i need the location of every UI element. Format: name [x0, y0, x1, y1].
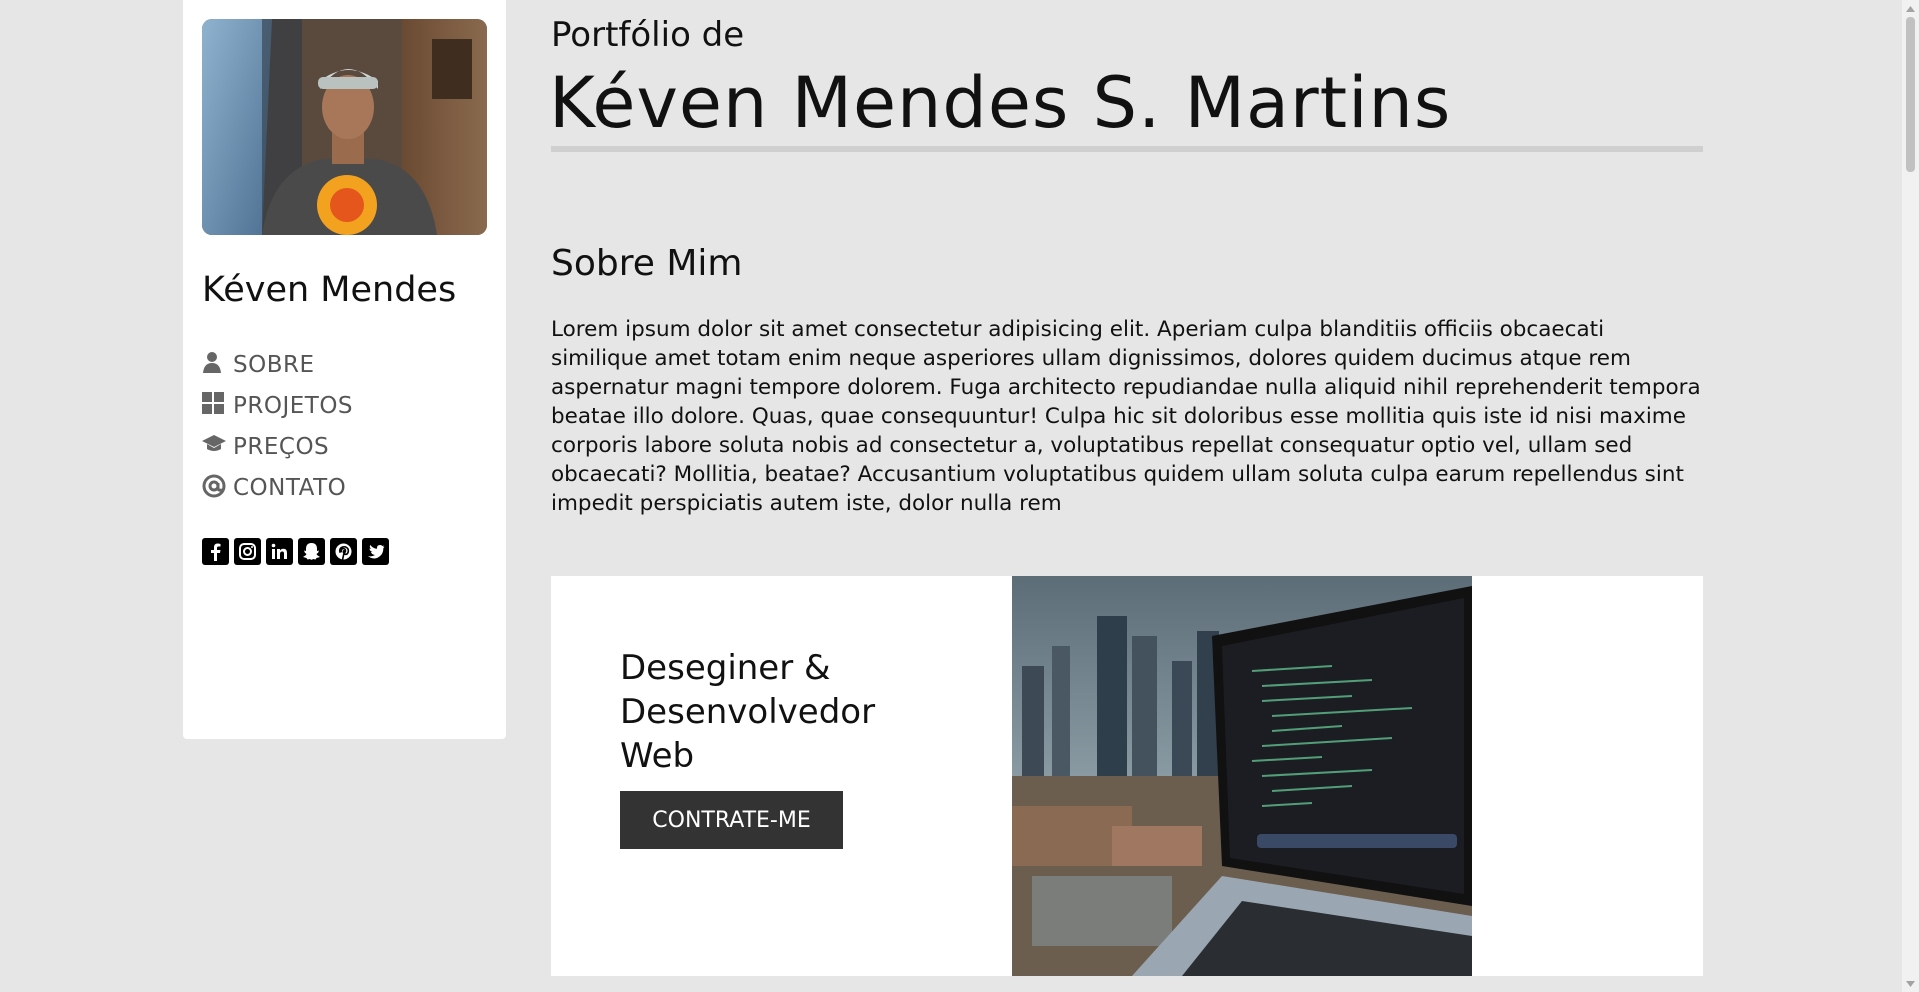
graduation-cap-icon	[202, 433, 227, 461]
sidebar: Kéven Mendes SOBRE PROJETOS PREÇOS CONTA…	[183, 0, 506, 739]
scroll-down-icon[interactable]	[1902, 975, 1919, 992]
nav-label: PREÇOS	[233, 433, 330, 460]
social-links	[202, 538, 389, 565]
hire-me-button[interactable]: CONTRATE-ME	[620, 791, 843, 849]
linkedin-icon[interactable]	[266, 538, 293, 565]
title-divider	[551, 146, 1703, 152]
sidebar-name: Kéven Mendes	[202, 270, 457, 310]
scrollbar-thumb[interactable]	[1906, 17, 1915, 172]
about-heading: Sobre Mim	[551, 243, 743, 284]
hero-photo	[1012, 576, 1472, 976]
about-text: Lorem ipsum dolor sit amet consectetur a…	[551, 317, 1701, 516]
nav-item-precos[interactable]: PREÇOS	[202, 426, 353, 467]
facebook-icon[interactable]	[202, 538, 229, 565]
portfolio-subtitle: Portfólio de	[551, 15, 745, 55]
sidebar-nav: SOBRE PROJETOS PREÇOS CONTATO	[202, 344, 353, 508]
twitter-icon[interactable]	[362, 538, 389, 565]
nav-item-sobre[interactable]: SOBRE	[202, 344, 353, 385]
snapchat-icon[interactable]	[298, 538, 325, 565]
page-title: Kéven Mendes S. Martins	[549, 62, 1452, 144]
nav-item-contato[interactable]: CONTATO	[202, 467, 353, 508]
user-icon	[202, 351, 227, 379]
nav-item-projetos[interactable]: PROJETOS	[202, 385, 353, 426]
hero-card: Deseginer & Desenvolvedor Web CONTRATE-M…	[551, 576, 1703, 976]
vertical-scrollbar[interactable]	[1902, 0, 1919, 992]
grid-icon	[202, 391, 227, 420]
nav-label: SOBRE	[233, 351, 315, 378]
scroll-up-icon[interactable]	[1902, 0, 1919, 17]
profile-photo	[202, 19, 487, 235]
hero-heading: Deseginer & Desenvolvedor Web	[620, 648, 876, 776]
nav-label: PROJETOS	[233, 392, 354, 419]
instagram-icon[interactable]	[234, 538, 261, 565]
at-icon	[202, 474, 227, 502]
nav-label: CONTATO	[233, 474, 347, 501]
pinterest-icon[interactable]	[330, 538, 357, 565]
